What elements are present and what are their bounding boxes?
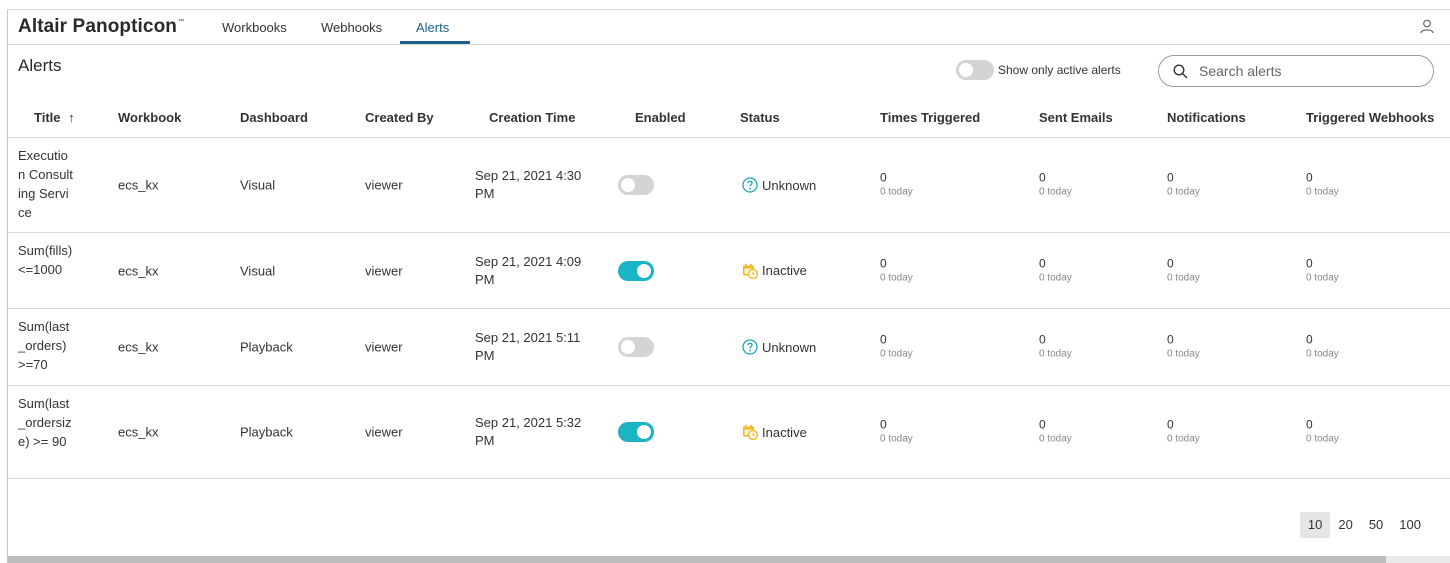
status-label: Inactive xyxy=(762,424,807,440)
column-header-notifications[interactable]: Notifications xyxy=(1167,110,1246,125)
active-alerts-filter[interactable]: Show only active alerts xyxy=(956,60,1121,80)
dashboard-cell: Visual xyxy=(240,263,276,278)
status-cell: Unknown xyxy=(742,177,816,193)
search-icon xyxy=(1173,63,1188,78)
dashboard-cell: Playback xyxy=(240,339,293,355)
search-input[interactable] xyxy=(1199,63,1419,79)
column-header-creation-time[interactable]: Creation Time xyxy=(489,110,575,125)
workbook-cell: ecs_kx xyxy=(118,263,159,278)
dashboard-cell: Playback xyxy=(240,424,293,440)
created-by-cell: viewer xyxy=(365,339,403,355)
question-circle-icon xyxy=(742,339,758,355)
creation-time-cell: Sep 21, 2021 5:11 PM xyxy=(475,330,581,363)
sent-emails-cell: 00 today xyxy=(1039,170,1072,198)
trademark-mark: ™ xyxy=(178,19,185,25)
search-box[interactable] xyxy=(1158,55,1434,87)
scrollbar-thumb[interactable] xyxy=(8,556,1386,563)
page-title: Alerts xyxy=(18,56,62,75)
table-row[interactable]: Sum(last_ordersize) >= 90 ecs_kx Playbac… xyxy=(8,386,1450,479)
times-triggered-cell: 00 today xyxy=(880,256,913,283)
dashboard-cell: Visual xyxy=(240,177,276,193)
column-header-status[interactable]: Status xyxy=(740,110,780,125)
workbook-cell: ecs_kx xyxy=(118,424,159,440)
sent-emails-cell: 00 today xyxy=(1039,256,1072,283)
nav-tab-workbooks[interactable]: Workbooks xyxy=(222,20,287,35)
created-by-cell: viewer xyxy=(365,263,403,278)
sort-ascending-icon: ↑ xyxy=(68,110,75,125)
times-triggered-cell: 00 today xyxy=(880,170,913,198)
toggle-knob xyxy=(621,178,635,192)
nav-tab-webhooks[interactable]: Webhooks xyxy=(321,20,382,35)
alert-title: Execution Consulting Service xyxy=(18,148,73,220)
calendar-clock-icon xyxy=(743,424,758,440)
creation-time-cell: Sep 21, 2021 4:09 PM xyxy=(475,253,582,287)
triggered-webhooks-cell: 00 today xyxy=(1306,256,1339,283)
enabled-toggle[interactable] xyxy=(618,175,654,195)
times-triggered-cell: 00 today xyxy=(880,332,913,360)
column-header-dashboard[interactable]: Dashboard xyxy=(240,110,308,125)
page-size-20[interactable]: 20 xyxy=(1330,512,1360,538)
notifications-cell: 00 today xyxy=(1167,256,1200,283)
column-header-title[interactable]: Title ↑ xyxy=(34,110,75,125)
times-triggered-cell: 00 today xyxy=(880,417,913,445)
status-label: Unknown xyxy=(762,177,817,193)
toggle-knob xyxy=(637,263,651,278)
active-tab-indicator xyxy=(400,41,470,44)
toggle-knob xyxy=(621,340,635,354)
sent-emails-cell: 00 today xyxy=(1039,417,1072,445)
status-cell: Unknown xyxy=(742,339,816,355)
alerts-table: Title ↑ Workbook Dashboard Created By Cr… xyxy=(8,98,1450,479)
notifications-cell: 00 today xyxy=(1167,417,1200,445)
enabled-toggle[interactable] xyxy=(618,422,654,442)
question-circle-icon xyxy=(742,177,758,193)
table-row[interactable]: Execution Consulting Service ecs_kx Visu… xyxy=(8,138,1450,233)
table-header-row: Title ↑ Workbook Dashboard Created By Cr… xyxy=(8,98,1450,138)
triggered-webhooks-cell: 00 today xyxy=(1306,332,1339,360)
page-size-100[interactable]: 100 xyxy=(1391,512,1429,538)
created-by-cell: viewer xyxy=(365,424,403,440)
creation-time-cell: Sep 21, 2021 5:32 PM xyxy=(475,415,582,448)
status-cell: Inactive xyxy=(742,424,807,440)
status-label: Inactive xyxy=(762,263,807,278)
sent-emails-cell: 00 today xyxy=(1039,332,1072,360)
notifications-cell: 00 today xyxy=(1167,170,1200,198)
workbook-cell: ecs_kx xyxy=(118,177,159,193)
notifications-cell: 00 today xyxy=(1167,332,1200,360)
nav-tab-alerts[interactable]: Alerts xyxy=(416,20,449,35)
horizontal-scrollbar[interactable] xyxy=(8,556,1450,563)
table-row[interactable]: Sum(last_orders) >=70 ecs_kx Playback vi… xyxy=(8,309,1450,386)
toggle-knob xyxy=(637,425,651,439)
calendar-clock-icon xyxy=(743,263,758,279)
column-header-enabled[interactable]: Enabled xyxy=(635,110,686,125)
column-header-workbook[interactable]: Workbook xyxy=(118,110,181,125)
user-icon[interactable] xyxy=(1419,18,1435,34)
alert-title: Sum(last_orders) >=70 xyxy=(18,319,70,372)
status-label: Unknown xyxy=(762,339,817,355)
enabled-toggle[interactable] xyxy=(618,260,654,281)
app-frame: Altair Panopticon™ Workbooks Webhooks Al… xyxy=(7,9,1450,563)
alert-title: Sum(last_ordersize) >= 90 xyxy=(18,396,72,449)
created-by-cell: viewer xyxy=(365,177,403,193)
column-header-created-by[interactable]: Created By xyxy=(365,110,434,125)
creation-time-cell: Sep 21, 2021 4:30 PM xyxy=(475,168,582,201)
alert-title: Sum(fills) <=1000 xyxy=(18,243,73,277)
column-header-times-triggered[interactable]: Times Triggered xyxy=(880,110,980,125)
triggered-webhooks-cell: 00 today xyxy=(1306,417,1339,445)
enabled-toggle[interactable] xyxy=(618,337,654,357)
page-size-50[interactable]: 50 xyxy=(1361,512,1391,538)
page-size-selector: 10 20 50 100 xyxy=(1299,512,1429,538)
workbook-cell: ecs_kx xyxy=(118,339,159,355)
active-alerts-toggle[interactable] xyxy=(956,60,994,80)
brand-logo: Altair Panopticon™ xyxy=(18,16,185,37)
column-header-triggered-webhooks[interactable]: Triggered Webhooks xyxy=(1306,110,1434,125)
table-row[interactable]: Sum(fills) <=1000 ecs_kx Visual viewer S… xyxy=(8,233,1450,309)
status-cell: Inactive xyxy=(742,263,807,279)
top-navigation-bar: Altair Panopticon™ Workbooks Webhooks Al… xyxy=(8,10,1450,45)
triggered-webhooks-cell: 00 today xyxy=(1306,170,1339,198)
active-alerts-label: Show only active alerts xyxy=(998,63,1121,77)
page-size-10[interactable]: 10 xyxy=(1299,512,1331,538)
column-header-sent-emails[interactable]: Sent Emails xyxy=(1039,110,1113,125)
